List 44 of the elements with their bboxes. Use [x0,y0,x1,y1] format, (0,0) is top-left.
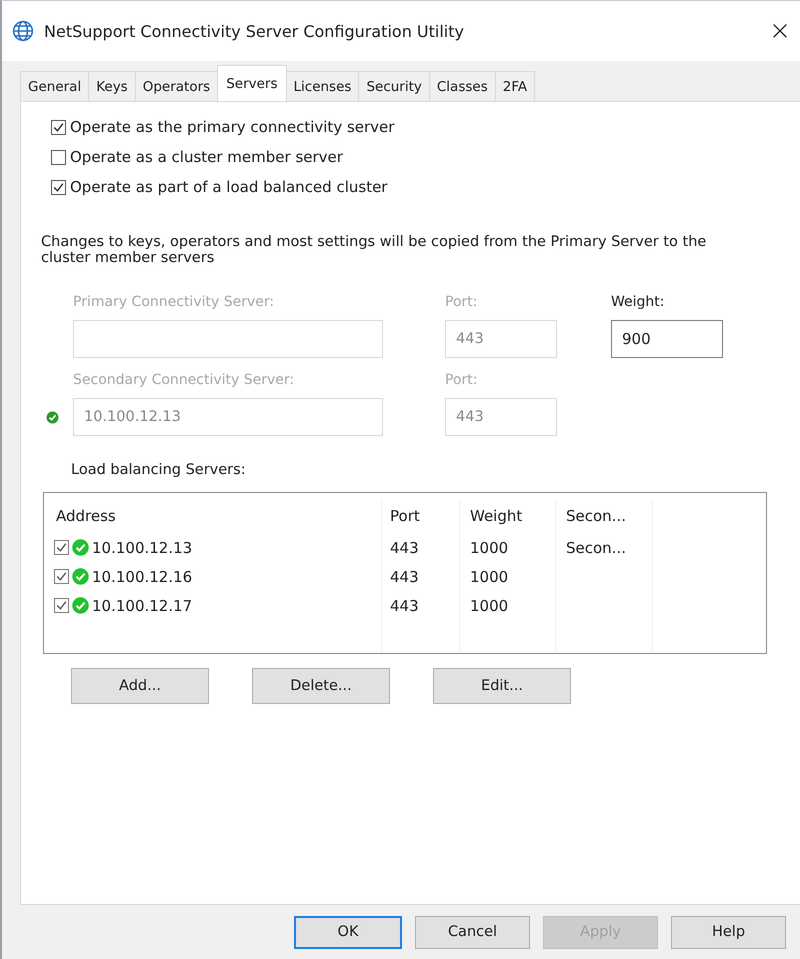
check-circle-icon [46,411,58,424]
checkbox[interactable] [54,540,69,555]
table-cell: Secon... [566,538,626,556]
field-label: Weight: [611,294,666,310]
info-text: Changes to keys, operators and most settings will be copied from the Primary Server to the cluster member servers [41,234,708,266]
server-list[interactable]: Address Port Weight Secon... 10.100.12.13 443 1000 Secon... 10.100.12.16 443 1000 10.100.12.17 443 1000 [43,492,767,654]
table-cell: 10.100.12.17 [92,596,192,614]
table-cell: 10.100.12.16 [92,568,192,586]
list-button[interactable]: Delete... [252,668,390,704]
tab[interactable]: General [20,71,90,101]
dialog-button[interactable]: Help [671,916,786,948]
checkbox[interactable] [51,180,66,194]
close-button[interactable]: × [760,11,800,51]
checkbox[interactable] [51,150,66,164]
list-label: Load balancing Servers: [71,462,247,478]
window-title: NetSupport Connectivity Server Configuration Utility [44,22,464,40]
table-cell: 443 [390,538,419,556]
field-label: Primary Connectivity Server: [73,294,276,310]
globe-icon [12,20,34,42]
column-header[interactable]: Port [382,499,460,533]
checkbox[interactable] [54,569,69,584]
list-button[interactable]: Add... [71,668,209,704]
table-cell: 10.100.12.13 [92,538,192,556]
column-header[interactable]: Weight [460,499,556,533]
field-label: Secondary Connectivity Server: [73,372,296,388]
dialog-button[interactable]: Cancel [415,916,530,948]
option-label: Operate as part of a load balanced cluster [70,178,388,196]
option-label: Operate as a cluster member server [70,148,343,166]
field-label: Port: [445,372,478,388]
table-cell: 443 [390,596,419,614]
tab[interactable]: Servers [217,65,286,101]
table-cell: 1000 [470,596,508,614]
column-header[interactable]: Address [44,499,382,533]
ok-button[interactable]: OK [294,916,402,948]
option-label: Operate as the primary connectivity server [70,118,394,136]
checkbox[interactable] [54,598,69,613]
table-cell: 1000 [470,568,508,586]
field-label: Port: [445,294,478,310]
table-cell: 1000 [470,538,508,556]
checkbox[interactable] [51,120,66,134]
list-button[interactable]: Edit... [433,668,571,704]
column-header[interactable]: Secon... [556,499,653,533]
tab[interactable]: 2FA [494,71,536,101]
table-cell: 443 [390,568,419,586]
